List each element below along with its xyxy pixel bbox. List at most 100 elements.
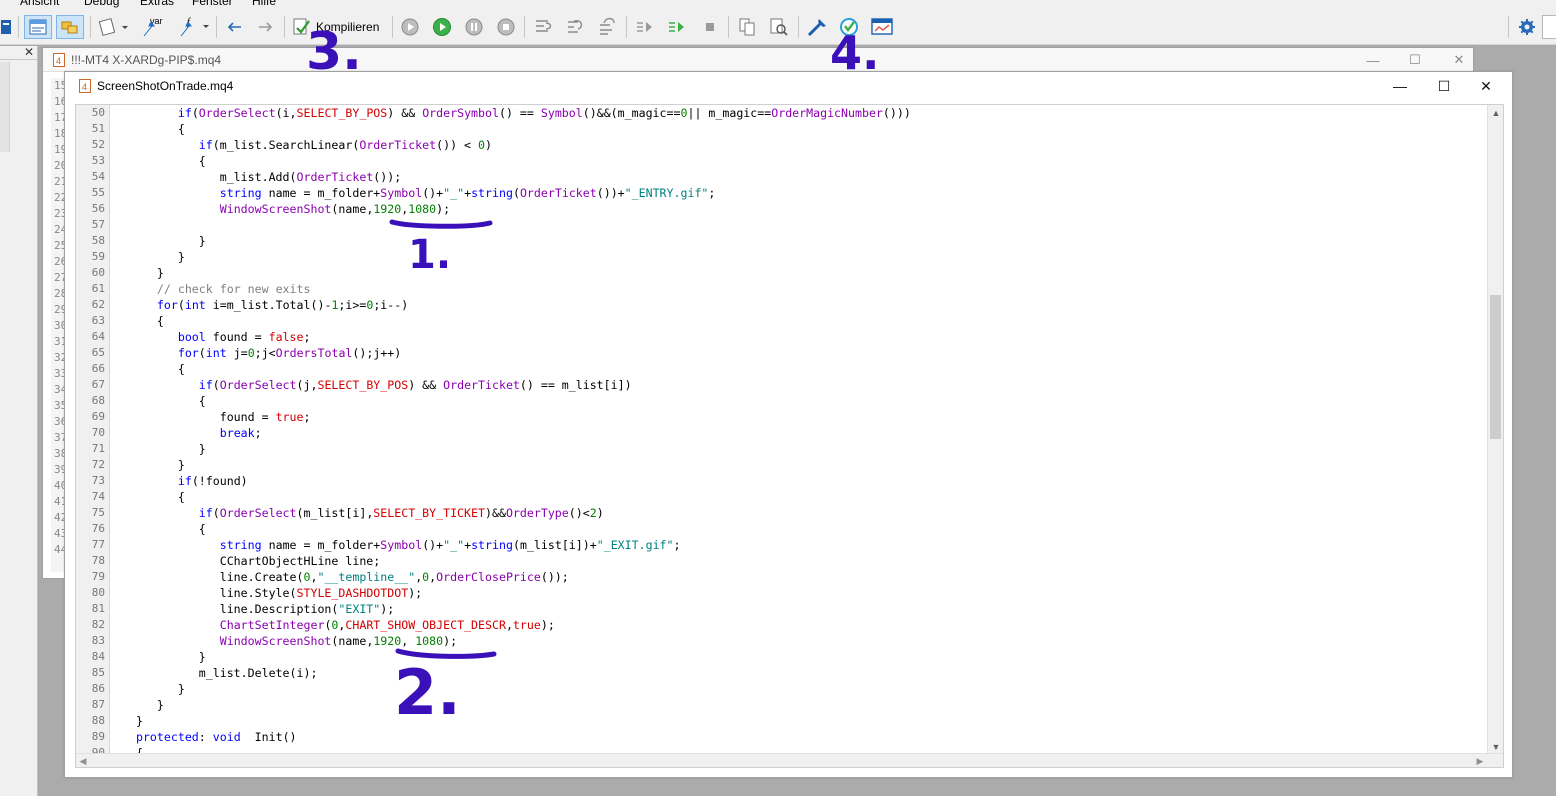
close-icon[interactable]: ✕ xyxy=(24,45,34,59)
copy-file-icon[interactable] xyxy=(734,15,760,39)
code-line[interactable]: } xyxy=(122,233,1482,249)
code-line[interactable]: CChartObjectHLine line; xyxy=(122,553,1482,569)
profile-history-icon[interactable] xyxy=(664,15,690,39)
code-line[interactable]: // check for new exits xyxy=(122,281,1482,297)
code-line[interactable]: string name = m_folder+Symbol()+"_"+stri… xyxy=(122,185,1482,201)
code-line[interactable]: if(OrderSelect(m_list[i],SELECT_BY_TICKE… xyxy=(122,505,1482,521)
code-token: { xyxy=(122,394,206,408)
code-line[interactable] xyxy=(122,217,1482,233)
code-line[interactable]: WindowScreenShot(name,1920, 1080); xyxy=(122,633,1482,649)
code-line[interactable]: } xyxy=(122,265,1482,281)
search-input[interactable] xyxy=(1542,15,1556,39)
front-window-titlebar[interactable]: 4 ScreenShotOnTrade.mq4 xyxy=(65,72,1512,100)
code-line[interactable]: } xyxy=(122,697,1482,713)
code-line[interactable]: break; xyxy=(122,425,1482,441)
navigator-toggle-icon[interactable] xyxy=(56,15,84,39)
maximize-icon[interactable]: ☐ xyxy=(1421,74,1467,98)
forward-arrow-icon[interactable] xyxy=(254,15,278,39)
code-token: bool xyxy=(177,330,206,344)
code-line[interactable]: line.Description("EXIT"); xyxy=(122,601,1482,617)
code-line[interactable]: m_list.Add(OrderTicket()); xyxy=(122,169,1482,185)
code-line[interactable]: WindowScreenShot(name,1920,1080); xyxy=(122,201,1482,217)
code-token: } xyxy=(122,682,185,696)
navigator-scrollbar[interactable] xyxy=(0,62,10,152)
code-line[interactable]: line.Style(STYLE_DASHDOTDOT); xyxy=(122,585,1482,601)
minimize-icon[interactable]: — xyxy=(1353,48,1393,72)
code-line[interactable]: if(OrderSelect(i,SELECT_BY_POS) && Order… xyxy=(122,105,1482,121)
code-line[interactable]: } xyxy=(122,457,1482,473)
code-line[interactable]: line.Create(0,"__templine__",0,OrderClos… xyxy=(122,569,1482,585)
code-line[interactable]: { xyxy=(122,361,1482,377)
profile-real-icon[interactable] xyxy=(632,15,658,39)
code-token: if xyxy=(177,106,192,120)
back-arrow-icon[interactable] xyxy=(222,15,246,39)
code-line[interactable]: } xyxy=(122,713,1482,729)
styler-dropdown-icon[interactable] xyxy=(96,15,132,39)
code-line[interactable]: { xyxy=(122,489,1482,505)
toolbox-toggle-icon[interactable] xyxy=(24,15,52,39)
insert-var-icon[interactable]: var xyxy=(138,15,172,39)
step-into-icon[interactable] xyxy=(530,15,556,39)
profile-stop-icon[interactable] xyxy=(698,15,722,39)
scroll-right-icon[interactable]: ▶ xyxy=(1473,754,1487,767)
menu-item-extras[interactable]: Extras xyxy=(140,0,174,8)
menu-item-ansicht[interactable]: Ansicht xyxy=(20,0,59,8)
code-line[interactable]: bool found = false; xyxy=(122,329,1482,345)
vertical-scrollbar[interactable]: ▲ ▼ xyxy=(1487,105,1503,755)
scroll-up-icon[interactable]: ▲ xyxy=(1488,105,1503,121)
code-line[interactable]: m_list.Delete(i); xyxy=(122,665,1482,681)
debug-start-icon[interactable] xyxy=(430,15,454,39)
code-line[interactable]: protected: void Init() xyxy=(122,729,1482,745)
code-line[interactable]: } xyxy=(122,441,1482,457)
code-token: WindowScreenShot xyxy=(219,202,332,216)
code-line[interactable]: { xyxy=(122,521,1482,537)
debug-pause-icon[interactable] xyxy=(462,15,486,39)
code-line[interactable]: string name = m_folder+Symbol()+"_"+stri… xyxy=(122,537,1482,553)
step-out-icon[interactable] xyxy=(594,15,620,39)
code-line[interactable]: { xyxy=(122,393,1482,409)
code-line[interactable]: if(OrderSelect(j,SELECT_BY_POS) && Order… xyxy=(122,377,1482,393)
tools-icon[interactable] xyxy=(804,15,830,39)
menu-item-debug[interactable]: Debug xyxy=(84,0,119,8)
debug-start-real-icon[interactable] xyxy=(398,15,422,39)
code-editor[interactable]: 50 51 52 53 54 55 56 57 58 59 60 61 62 63 64 65 66 67 68 69… xyxy=(75,104,1504,768)
code-line[interactable]: } xyxy=(122,249,1482,265)
code-line[interactable]: for(int j=0;j<OrdersTotal();j++) xyxy=(122,345,1482,361)
step-over-icon[interactable] xyxy=(562,15,588,39)
minimize-icon[interactable]: — xyxy=(1377,74,1423,98)
close-icon[interactable]: ✕ xyxy=(1463,74,1509,98)
menu-bar: Ansicht Debug Extras Fenster Hilfe xyxy=(0,0,1556,9)
code-line[interactable]: found = true; xyxy=(122,409,1482,425)
code-line[interactable]: } xyxy=(122,681,1482,697)
menu-item-fenster[interactable]: Fenster xyxy=(192,0,233,8)
line-number: 56 xyxy=(91,202,105,215)
navigator-icon[interactable] xyxy=(0,15,14,39)
code-line[interactable]: { xyxy=(122,121,1482,137)
code-token: } xyxy=(122,458,185,472)
code-line[interactable]: for(int i=m_list.Total()-1;i>=0;i--) xyxy=(122,297,1482,313)
menu-item-hilfe[interactable]: Hilfe xyxy=(252,0,276,8)
code-token: { xyxy=(122,490,185,504)
horizontal-scrollbar[interactable]: ◀ ▶ xyxy=(76,753,1503,767)
scroll-thumb[interactable] xyxy=(1490,295,1501,439)
back-window-titlebar[interactable]: 4 !!!-MT4 X-XARDg-PIP$.mq4 xyxy=(43,48,1473,72)
code-line[interactable]: if(m_list.SearchLinear(OrderTicket()) < … xyxy=(122,137,1482,153)
close-icon[interactable]: ✕ xyxy=(1439,48,1479,72)
code-line[interactable]: } xyxy=(122,649,1482,665)
insert-function-icon[interactable]: f xyxy=(176,15,212,39)
navigator-panel: ✕ xyxy=(0,45,38,796)
maximize-icon[interactable]: ☐ xyxy=(1395,48,1435,72)
line-number: 73 xyxy=(91,474,105,487)
debug-stop-icon[interactable] xyxy=(494,15,518,39)
code-area[interactable]: if(OrderSelect(i,SELECT_BY_POS) && Order… xyxy=(122,105,1482,755)
search-file-icon[interactable] xyxy=(766,15,792,39)
code-line[interactable]: if(!found) xyxy=(122,473,1482,489)
scroll-left-icon[interactable]: ◀ xyxy=(76,754,90,767)
code-line[interactable]: { xyxy=(122,153,1482,169)
code-line[interactable]: ChartSetInteger(0,CHART_SHOW_OBJECT_DESC… xyxy=(122,617,1482,633)
code-line[interactable]: { xyxy=(122,313,1482,329)
code-token: 1080 xyxy=(415,634,444,648)
code-token: line.Create( xyxy=(122,570,304,584)
code-token: OrderClosePrice xyxy=(436,570,541,584)
settings-gear-icon[interactable] xyxy=(1514,15,1540,39)
